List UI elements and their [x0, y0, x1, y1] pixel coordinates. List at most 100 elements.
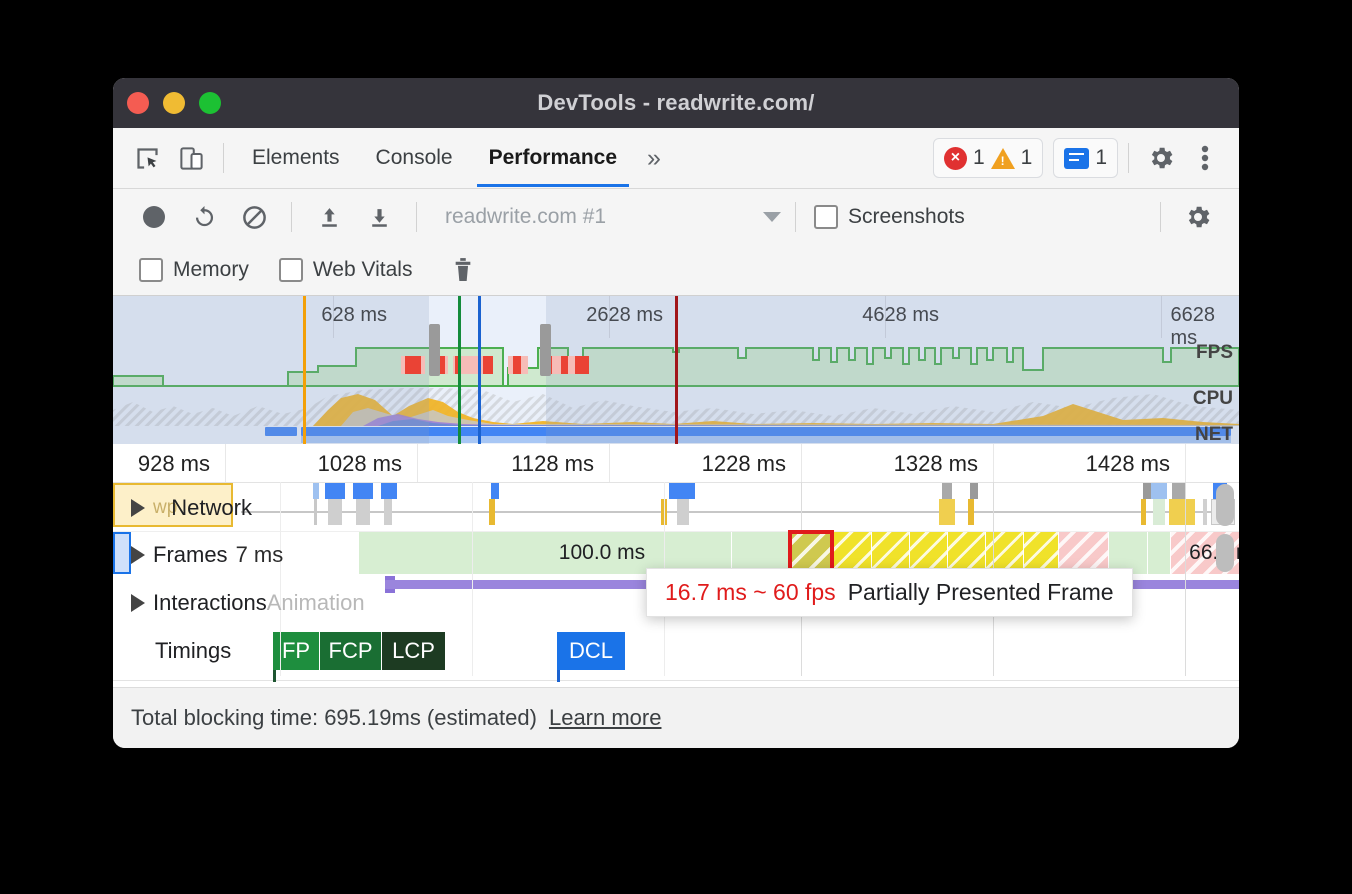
gear-icon[interactable] — [1139, 136, 1183, 180]
window-titlebar: DevTools - readwrite.com/ — [113, 78, 1239, 128]
timeline-overview[interactable]: 628 ms 2628 ms 4628 ms 6628 ms FPS — [113, 296, 1239, 444]
tab-console-label: Console — [376, 146, 453, 170]
track-timings[interactable]: Timings FP FCP LCP DCL — [113, 624, 1239, 681]
frames-track-label-group[interactable]: Frames 7 ms — [131, 542, 283, 568]
frames-scroll-handle[interactable] — [1216, 484, 1234, 526]
timing-marker-fcp-label: FCP — [329, 638, 373, 664]
ruler-tick: 1128 ms — [511, 451, 602, 477]
timeline-ruler: 928 ms 1028 ms 1128 ms 1228 ms 1328 ms 1… — [113, 444, 1239, 483]
green-marker — [458, 296, 461, 444]
red-marker — [675, 296, 678, 444]
toolbar-divider-3 — [795, 202, 796, 232]
capture-settings-gear-icon[interactable] — [1175, 194, 1221, 240]
expand-triangle-icon[interactable] — [131, 499, 145, 517]
animation-overlap-label: Animation — [267, 590, 365, 616]
frame-tooltip: 16.7 ms ~ 60 fps Partially Presented Fra… — [646, 568, 1133, 617]
total-blocking-time-text: Total blocking time: 695.19ms (estimated… — [131, 705, 537, 731]
timing-marker-dcl[interactable]: DCL — [557, 632, 626, 670]
message-count: 1 — [1095, 146, 1107, 170]
chevron-down-icon[interactable] — [763, 212, 781, 222]
devtools-tabbar: Elements Console Performance » × 1 1 1 — [113, 128, 1239, 189]
tabbar-divider — [223, 143, 224, 173]
timing-marker-lcp[interactable]: LCP — [382, 632, 446, 670]
frame-duration-label: 100.0 ms — [559, 541, 645, 565]
timing-marker-lcp-label: LCP — [392, 638, 435, 664]
ruler-tick: 1428 ms — [1086, 451, 1178, 477]
frame-block[interactable] — [1148, 532, 1171, 574]
expand-triangle-icon[interactable] — [131, 594, 145, 612]
error-icon: × — [944, 147, 967, 170]
profile-selector[interactable]: readwrite.com #1 — [431, 205, 781, 229]
overview-net-label: NET — [1195, 424, 1233, 444]
frames-track-highlight — [113, 532, 131, 574]
memory-label: Memory — [173, 258, 249, 282]
toolbar-divider-4 — [1160, 202, 1161, 232]
tab-performance-label: Performance — [489, 146, 617, 170]
overview-tick: 2628 ms — [586, 304, 669, 327]
message-icon — [1064, 148, 1089, 169]
web-vitals-label: Web Vitals — [313, 258, 413, 282]
overview-tick: 628 ms — [321, 304, 393, 327]
timing-marker-fcp[interactable]: FCP — [320, 632, 382, 670]
warning-count: 1 — [1021, 146, 1033, 170]
reload-record-icon[interactable] — [181, 194, 227, 240]
network-track-label: Network — [171, 495, 252, 521]
timing-marker-dcl-label: DCL — [569, 638, 613, 664]
tabbar-divider-2 — [1128, 143, 1129, 173]
web-vitals-checkbox-box[interactable] — [279, 258, 303, 282]
track-network[interactable]: wp Network — [113, 483, 1239, 532]
tab-console[interactable]: Console — [358, 129, 471, 187]
tab-elements-label: Elements — [252, 146, 340, 170]
timings-track-label: Timings — [155, 638, 231, 664]
maximize-window-button[interactable] — [199, 92, 221, 114]
performance-record-toolbar: readwrite.com #1 Screenshots — [113, 189, 1239, 245]
ruler-tick: 1228 ms — [702, 451, 794, 477]
more-tabs-icon[interactable]: » — [635, 144, 673, 173]
save-profile-icon[interactable] — [356, 194, 402, 240]
inspect-cursor-icon[interactable] — [125, 136, 169, 180]
record-circle-icon[interactable] — [131, 194, 177, 240]
frames-overlap-duration: 7 ms — [236, 542, 284, 568]
kebab-menu-icon[interactable] — [1183, 136, 1227, 180]
timing-line-fp — [273, 670, 276, 682]
frame-block[interactable] — [359, 532, 473, 574]
frames-track-label: Frames — [153, 542, 228, 568]
orange-marker — [303, 296, 306, 444]
timeline-main-area[interactable]: 928 ms 1028 ms 1128 ms 1228 ms 1328 ms 1… — [113, 444, 1239, 676]
trash-icon[interactable] — [440, 247, 486, 293]
status-bar: Total blocking time: 695.19ms (estimated… — [113, 687, 1239, 748]
frames-resize-handle[interactable] — [1216, 534, 1234, 572]
tooltip-duration: 16.7 ms ~ 60 fps — [665, 579, 836, 606]
load-profile-icon[interactable] — [306, 194, 352, 240]
overview-window-handle-right[interactable] — [540, 324, 551, 376]
messages-counter-group[interactable]: 1 — [1053, 138, 1118, 178]
web-vitals-checkbox[interactable]: Web Vitals — [279, 258, 413, 282]
screenshots-checkbox[interactable]: Screenshots — [814, 205, 965, 229]
device-toolbar-icon[interactable] — [169, 136, 213, 180]
network-track-label-group[interactable]: wp Network — [131, 495, 252, 521]
ruler-tick: 1328 ms — [894, 451, 986, 477]
tab-performance[interactable]: Performance — [471, 129, 635, 187]
timing-marker-fp-label: FP — [282, 638, 310, 664]
expand-triangle-icon[interactable] — [131, 546, 145, 564]
memory-checkbox-box[interactable] — [139, 258, 163, 282]
overview-window-handle-left[interactable] — [429, 324, 440, 376]
minimize-window-button[interactable] — [163, 92, 185, 114]
performance-options-toolbar: Memory Web Vitals — [113, 245, 1239, 296]
close-window-button[interactable] — [127, 92, 149, 114]
window-traffic-lights — [127, 78, 221, 128]
toolbar-divider-1 — [291, 202, 292, 232]
memory-checkbox[interactable]: Memory — [139, 258, 249, 282]
interactions-track-label: Interactions — [153, 590, 267, 616]
learn-more-link[interactable]: Learn more — [549, 705, 662, 731]
tab-elements[interactable]: Elements — [234, 129, 358, 187]
overview-tick: 4628 ms — [862, 304, 945, 327]
overview-fps-label: FPS — [1196, 342, 1233, 364]
interactions-track-label-group[interactable]: Interactions Animation — [131, 590, 365, 616]
profile-name-label: readwrite.com #1 — [445, 205, 606, 229]
timings-track-label-group: Timings — [155, 638, 231, 664]
devtools-window: DevTools - readwrite.com/ Elements Conso… — [113, 78, 1239, 748]
screenshots-checkbox-box[interactable] — [814, 205, 838, 229]
issues-counter-group[interactable]: × 1 1 — [933, 138, 1043, 178]
clear-icon[interactable] — [231, 194, 277, 240]
